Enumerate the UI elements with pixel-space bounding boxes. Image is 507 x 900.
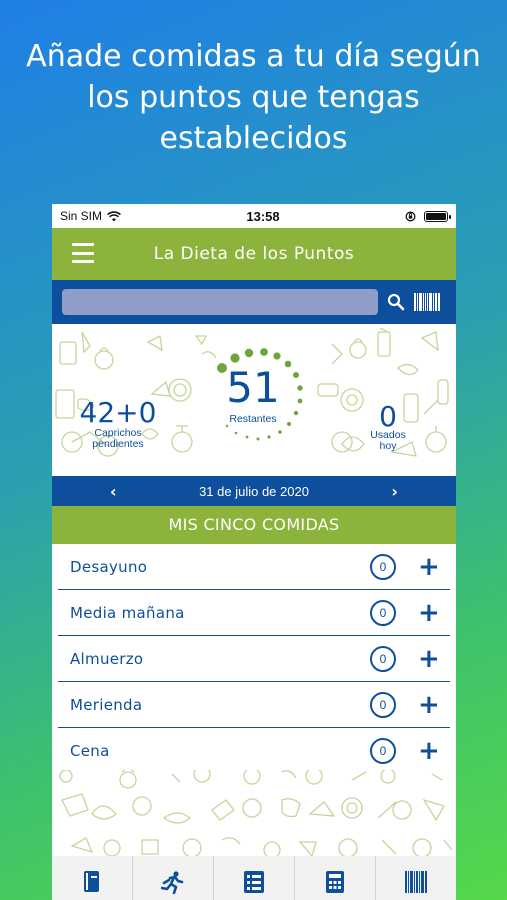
meal-row-desayuno[interactable]: Desayuno 0 + <box>58 544 450 590</box>
food-pattern-footer <box>59 770 453 859</box>
meal-points-count: 0 <box>370 553 396 580</box>
barcode-scan-icon[interactable] <box>414 293 440 311</box>
app-title: La Dieta de los Puntos <box>153 244 355 264</box>
tab-diary[interactable] <box>52 856 133 900</box>
date-navigator: ‹ 31 de julio de 2020 › <box>52 476 456 506</box>
status-bar: Sin SIM 13:58 <box>52 204 456 228</box>
wifi-icon <box>107 210 121 221</box>
meal-row-merienda[interactable]: Merienda 0 + <box>58 682 450 728</box>
meal-points-count: 0 <box>370 645 396 672</box>
book-icon <box>84 871 99 892</box>
tab-list[interactable] <box>214 856 295 900</box>
next-day-icon[interactable]: › <box>391 482 398 501</box>
add-icon[interactable]: + <box>418 600 440 626</box>
promo-line-1: Añade comidas a tu día según <box>26 39 481 74</box>
tab-exercise[interactable] <box>133 856 214 900</box>
calculator-icon <box>326 871 344 893</box>
meal-row-media-manana[interactable]: Media mañana 0 + <box>58 590 450 636</box>
barcode-icon <box>405 871 427 893</box>
meal-name: Cena <box>70 742 110 760</box>
points-summary: 51 Restantes 42+0 Caprichos pendientes 0… <box>52 324 456 476</box>
meals-list: Desayuno 0 + Media mañana 0 + Almuerzo 0… <box>52 544 456 774</box>
search-input[interactable] <box>62 289 378 315</box>
meals-header: MIS CINCO COMIDAS <box>52 506 456 544</box>
promo-line-2: los puntos que tengas <box>87 80 420 115</box>
meal-name: Almuerzo <box>70 649 144 668</box>
carrier-label: Sin SIM <box>60 209 103 223</box>
promo-caption: Añade comidas a tu día según los puntos … <box>0 36 507 159</box>
meal-points-count: 0 <box>370 691 396 718</box>
tab-calculator[interactable] <box>295 856 376 900</box>
add-icon[interactable]: + <box>418 554 440 580</box>
phone-screen: Sin SIM 13:58 La Dieta de los Puntos 51 … <box>52 204 456 900</box>
add-icon[interactable]: + <box>418 646 440 672</box>
used-today-label-2: hoy <box>379 440 397 452</box>
battery-icon <box>423 210 451 222</box>
search-icon[interactable] <box>387 293 405 311</box>
meal-points-count: 0 <box>370 599 396 626</box>
bottom-tab-bar <box>52 856 456 900</box>
meal-points-count: 0 <box>370 738 396 764</box>
clock: 13:58 <box>246 208 280 224</box>
meal-name: Media mañana <box>70 603 185 622</box>
promo-line-3: establecidos <box>159 121 348 156</box>
used-today-value: 0 <box>379 400 397 433</box>
list-icon <box>244 871 264 893</box>
caprichos-stat: 42+0 Caprichos pendientes <box>74 398 162 450</box>
meal-name: Desayuno <box>70 557 148 576</box>
add-icon[interactable]: + <box>418 738 440 764</box>
current-date: 31 de julio de 2020 <box>199 483 309 499</box>
caprichos-label-2: pendientes <box>92 438 144 450</box>
remaining-points-value: 51 <box>226 363 280 412</box>
caprichos-value: 42+0 <box>79 396 157 429</box>
meal-row-cena[interactable]: Cena 0 + <box>58 728 450 774</box>
menu-icon[interactable] <box>72 243 94 263</box>
meal-row-almuerzo[interactable]: Almuerzo 0 + <box>58 636 450 682</box>
previous-day-icon[interactable]: ‹ <box>110 482 117 501</box>
remaining-points-label: Restantes <box>229 413 277 425</box>
tab-scanner[interactable] <box>376 856 456 900</box>
used-today-stat: 0 Usados hoy <box>358 400 418 452</box>
running-icon <box>161 871 184 894</box>
add-icon[interactable]: + <box>418 692 440 718</box>
search-bar <box>52 280 456 324</box>
app-header: La Dieta de los Puntos <box>52 228 456 280</box>
rotation-lock-icon <box>405 211 416 221</box>
meal-name: Merienda <box>70 695 143 714</box>
